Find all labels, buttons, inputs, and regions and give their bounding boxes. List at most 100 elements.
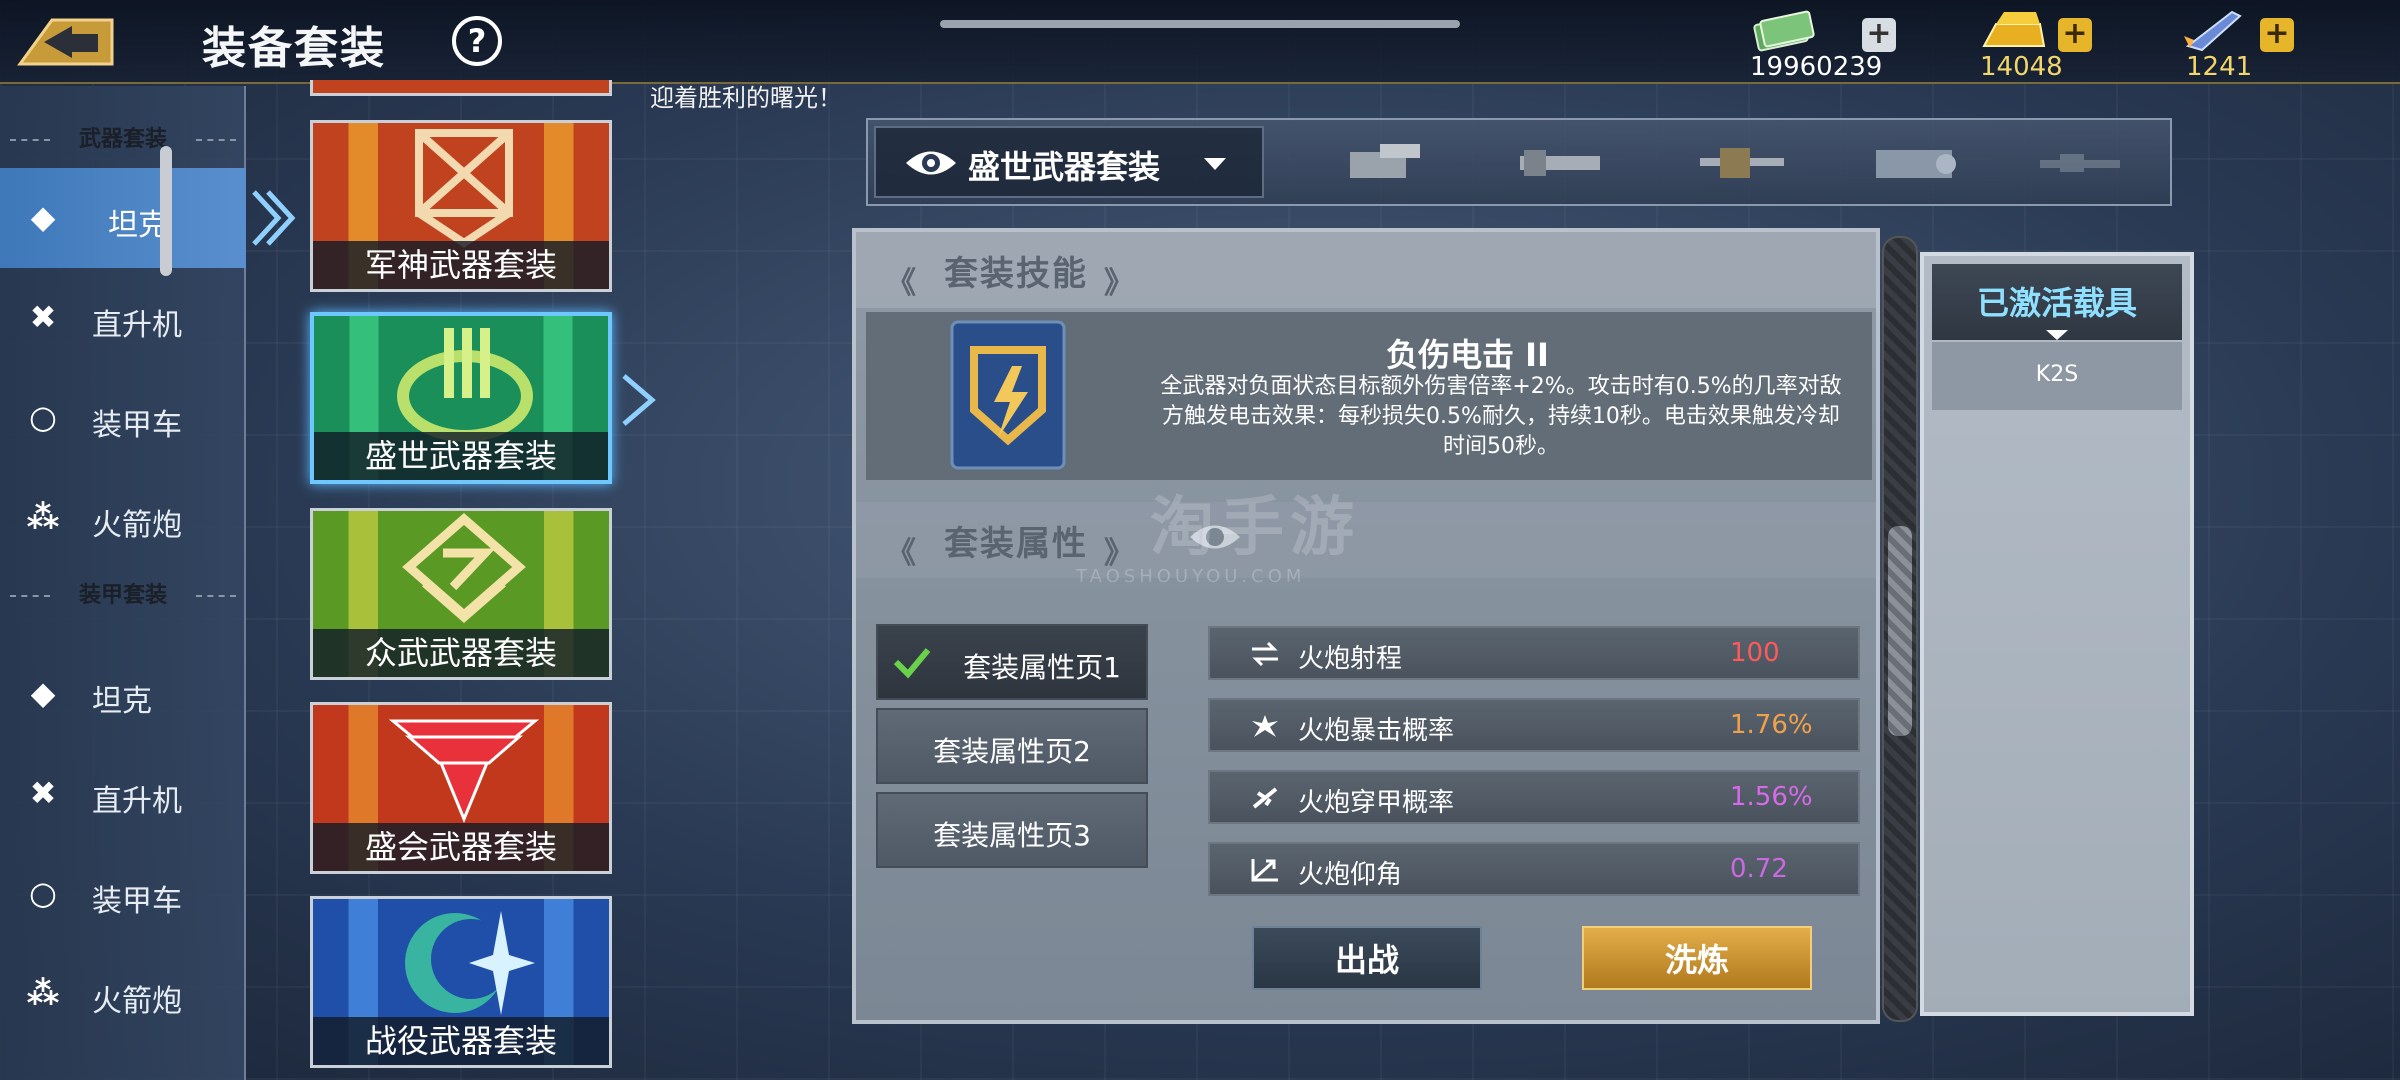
- attr-row-crit: 火炮暴击概率 1.76%: [1208, 698, 1860, 752]
- add-cash-button[interactable]: +: [1862, 18, 1896, 52]
- set-card-junshen[interactable]: 军神武器套装: [310, 120, 612, 292]
- nav-label: 装甲车: [92, 884, 182, 919]
- attr-page-tab-3[interactable]: 套装属性页3: [876, 792, 1148, 868]
- add-gold-button[interactable]: +: [2058, 18, 2092, 52]
- tab-label: 套装属性页1: [963, 651, 1121, 684]
- eye-icon: [906, 151, 956, 175]
- panel-scrollbar-thumb[interactable]: [1888, 526, 1912, 736]
- chevrons-left-icon: 《: [886, 536, 916, 571]
- help-button[interactable]: ?: [452, 16, 502, 66]
- circle-icon: ○: [29, 398, 57, 436]
- attr-name: 火炮暴击概率: [1298, 716, 1455, 746]
- nav-scrollbar[interactable]: [160, 146, 172, 276]
- gold-bar-icon: [1982, 12, 2046, 47]
- set-card-name: 众武武器套装: [313, 629, 609, 677]
- weapon-set-heading: 武器套装: [0, 120, 246, 160]
- nav-weapon-helicopter[interactable]: ✖ 直升机: [0, 268, 246, 368]
- triad-icon: ⁂: [26, 498, 60, 536]
- attr-value: 1.56%: [1730, 782, 1813, 812]
- cross-icon: ✖: [29, 774, 57, 812]
- triad-icon: ⁂: [26, 974, 60, 1012]
- crescent-star-emblem-icon: [405, 911, 535, 1015]
- attr-name: 火炮仰角: [1298, 860, 1403, 890]
- skill-name: 负伤电击 II: [1386, 336, 1549, 374]
- deploy-button[interactable]: 出战: [1252, 926, 1482, 990]
- diamond-icon: ◆: [30, 198, 56, 236]
- attr-name: 火炮射程: [1298, 644, 1403, 674]
- set-card-partial[interactable]: [310, 80, 612, 96]
- attr-value: 100: [1730, 638, 1780, 668]
- nav-weapon-rocket-artillery[interactable]: ⁂ 火箭炮: [0, 468, 246, 568]
- attr-page-tab-2[interactable]: 套装属性页2: [876, 708, 1148, 784]
- set-selector-dropdown[interactable]: 盛世武器套装: [874, 126, 1264, 198]
- add-rocket-button[interactable]: +: [2260, 18, 2294, 52]
- activated-vehicles-panel: 已激活载具 K2S: [1920, 252, 2194, 1016]
- elevation-icon: [1251, 859, 1278, 882]
- nav-weapon-apc[interactable]: ○ 装甲车: [0, 368, 246, 468]
- attributes-section-title: 套装属性: [944, 524, 1088, 564]
- cash-resource: + 19960239: [1750, 6, 1910, 82]
- skill-section-title: 套装技能: [944, 254, 1088, 294]
- rocket-icon: [2184, 10, 2242, 52]
- nav-armor-rocket-artillery[interactable]: ⁂ 火箭炮: [0, 944, 246, 1044]
- attr-row-elevation: 火炮仰角 0.72: [1208, 842, 1860, 896]
- nav-label: 坦克: [92, 684, 152, 719]
- nav-label: 装甲车: [92, 408, 182, 443]
- attr-page-tab-1[interactable]: 套装属性页1: [876, 624, 1148, 700]
- rocket-resource: + 1241: [2180, 6, 2320, 82]
- top-drag-handle[interactable]: [940, 20, 1460, 28]
- vehicles-title: 已激活载具: [1976, 284, 2137, 322]
- nav-weapon-tank[interactable]: ◆ 坦克: [0, 168, 246, 268]
- gatling-icon[interactable]: [1510, 132, 1610, 192]
- page-title: 装备套装: [202, 23, 386, 74]
- nav-label: 直升机: [92, 784, 182, 819]
- wreath-emblem-icon: [397, 328, 533, 442]
- attributes-section-header: 《 套装属性 》: [856, 502, 1876, 578]
- rocket-amount: 1241: [2186, 52, 2253, 82]
- rocket-pod-icon[interactable]: [1866, 132, 1966, 192]
- nav-active-chevron-icon: [252, 190, 296, 246]
- set-card-shenghui[interactable]: 盛会武器套装: [310, 702, 612, 874]
- set-card-shengshi[interactable]: 盛世武器套装: [310, 312, 612, 484]
- back-button[interactable]: [14, 12, 118, 70]
- set-card-name: 盛会武器套装: [313, 823, 609, 871]
- gold-resource: + 14048: [1978, 6, 2118, 82]
- watermark-logo: 淘手游: [1150, 491, 1360, 565]
- rifle-icon[interactable]: [2030, 132, 2130, 192]
- skill-box: 负伤电击 II 全武器对负面状态目标额外伤害倍率+2%。攻击时有0.5%的几率对…: [866, 312, 1872, 480]
- set-card-zhanyi[interactable]: 战役武器套装: [310, 896, 612, 1068]
- scrolling-notice: 迎着胜利的曙光！: [650, 84, 842, 112]
- cash-icon: [1753, 10, 1815, 52]
- attr-row-range: 火炮射程 100: [1208, 626, 1860, 680]
- chevron-emblem-icon: [402, 513, 526, 623]
- nav-armor-tank[interactable]: ◆ 坦克: [0, 644, 246, 744]
- set-card-name: 战役武器套装: [313, 1017, 609, 1065]
- nav-armor-apc[interactable]: ○ 装甲车: [0, 844, 246, 944]
- nav-label: 火箭炮: [92, 508, 182, 543]
- set-card-zhongwu[interactable]: 众武武器套装: [310, 508, 612, 680]
- diamond-icon: ◆: [30, 674, 56, 712]
- armor-set-heading: 装甲套装: [0, 576, 246, 616]
- crit-icon: [1252, 715, 1278, 737]
- eagle-emblem-icon: [389, 719, 539, 823]
- chevron-down-icon: [2046, 330, 2068, 340]
- chevron-down-icon: [1204, 158, 1226, 170]
- crossed-emblem-icon: [415, 129, 513, 248]
- pierce-icon: [1252, 787, 1278, 809]
- cash-amount: 19960239: [1750, 52, 1883, 82]
- tab-label: 套装属性页3: [933, 819, 1091, 852]
- refine-button[interactable]: 洗炼: [1582, 926, 1812, 990]
- cannon-icon[interactable]: [1340, 132, 1440, 192]
- skill-section-header: 《 套装技能 》: [856, 232, 1876, 308]
- circle-icon: ○: [29, 874, 57, 912]
- skill-description: 全武器对负面状态目标额外伤害倍率+2%。攻击时有0.5%的几率对敌方触发电击效果…: [1160, 374, 1842, 459]
- watermark-url: TAOSHOUYOU.COM: [1076, 566, 1306, 587]
- nav-label: 火箭炮: [92, 984, 182, 1019]
- category-nav: 武器套装 ◆ 坦克 ✖ 直升机 ○ 装甲车 ⁂ 火箭炮 装甲套装 ◆ 坦克 ✖ …: [0, 86, 246, 1080]
- set-detail-panel: 《 套装技能 》 负伤电击 II 全武器对负面状态目标额外伤害倍率+2%。攻击时…: [852, 228, 1880, 1024]
- tab-label: 套装属性页2: [933, 735, 1091, 768]
- nav-armor-helicopter[interactable]: ✖ 直升机: [0, 744, 246, 844]
- vehicle-item[interactable]: K2S: [1932, 342, 2182, 410]
- set-card-name: 盛世武器套装: [314, 432, 608, 480]
- machine-gun-icon[interactable]: [1690, 132, 1790, 192]
